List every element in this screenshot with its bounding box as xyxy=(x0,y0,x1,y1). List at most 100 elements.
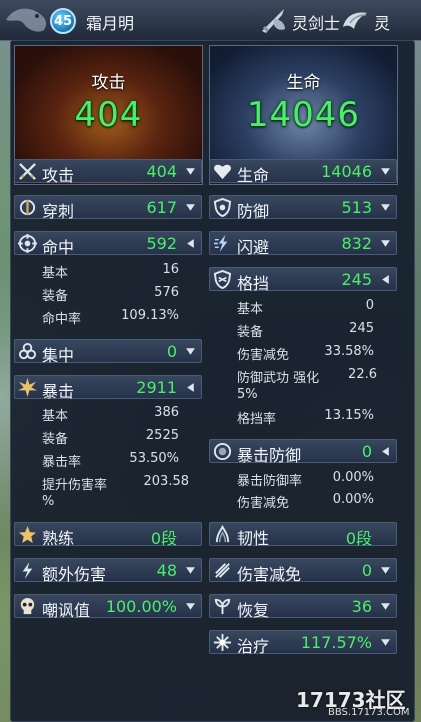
stat-row-attack[interactable]: 攻击 404 xyxy=(14,159,202,185)
detail-value: 53.50% xyxy=(129,451,179,466)
detail-label: 装备 xyxy=(42,289,69,304)
stat-row-recovery[interactable]: 恢复 36 xyxy=(209,594,397,620)
stat-row-healing[interactable]: 治疗 117.57% xyxy=(209,630,397,656)
stat-value-toughness: 0段 xyxy=(345,529,372,548)
chevron-down-icon[interactable] xyxy=(380,565,391,576)
chevron-down-icon[interactable] xyxy=(185,346,196,357)
evasion-icon xyxy=(213,234,228,253)
chevron-down-icon[interactable] xyxy=(380,238,391,249)
stat-label-extra-damage: 额外伤害 xyxy=(42,565,107,584)
stat-label-defense: 防御 xyxy=(237,202,270,221)
stat-row-extra-damage[interactable]: 额外伤害 48 xyxy=(14,558,202,584)
chevron-down-icon[interactable] xyxy=(380,202,391,213)
hero-attack-value: 404 xyxy=(74,95,143,135)
stat-label-accuracy: 命中 xyxy=(42,238,75,257)
stat-value-critical: 2911 xyxy=(136,378,177,397)
stat-value-taunt: 100.00% xyxy=(105,597,177,616)
stat-value-attack: 404 xyxy=(146,162,177,181)
crossed-swords-icon xyxy=(19,163,36,180)
class-name: 灵剑士 xyxy=(292,14,341,33)
stat-label-healing: 治疗 xyxy=(237,637,270,656)
detail-label: 命中率 xyxy=(42,312,82,327)
chevron-left-icon[interactable] xyxy=(185,238,196,249)
stat-label-block: 格挡 xyxy=(237,274,270,293)
crit-defense-icon xyxy=(213,442,232,461)
chevron-down-icon[interactable] xyxy=(185,565,196,576)
stat-value-focus: 0 xyxy=(166,342,177,361)
focus-icon xyxy=(18,342,37,360)
stat-row-evasion[interactable]: 闪避 832 xyxy=(209,231,397,257)
detail-value: 0.00% xyxy=(332,470,374,485)
detail-label: 基本 xyxy=(42,266,69,281)
chevron-left-icon[interactable] xyxy=(380,274,391,285)
detail-value: 0 xyxy=(365,298,374,313)
character-stats-panel: 攻击 404 生命 14046 攻击 404 穿刺 617 命中 592 基本 … xyxy=(10,40,415,722)
stat-row-pierce[interactable]: 穿刺 617 xyxy=(14,195,202,221)
detail-value: 245 xyxy=(349,321,374,336)
detail-label: 提升伤害率 xyxy=(42,478,108,493)
stat-row-critical[interactable]: 暴击 2911 xyxy=(14,375,202,401)
detail-value: 0.00% xyxy=(332,492,374,507)
stat-value-pierce: 617 xyxy=(146,198,177,217)
detail-value: 22.6 xyxy=(348,367,377,382)
stat-label-critical: 暴击 xyxy=(42,382,75,401)
burst-icon xyxy=(18,378,37,397)
stat-row-defense[interactable]: 防御 513 xyxy=(209,195,397,221)
detail-label: 装备 xyxy=(42,432,69,447)
detail-value: 16 xyxy=(162,262,179,277)
stat-row-focus[interactable]: 集中 0 xyxy=(14,339,202,365)
chevron-left-icon[interactable] xyxy=(185,382,196,393)
detail-value: 2525 xyxy=(145,428,179,443)
stat-row-block[interactable]: 格挡 245 xyxy=(209,267,397,293)
stat-label-attack: 攻击 xyxy=(42,166,75,185)
stat-value-recovery: 36 xyxy=(351,597,372,616)
mastery-icon xyxy=(18,525,37,544)
detail-label: 基本 xyxy=(237,302,264,317)
chevron-down-icon[interactable] xyxy=(185,166,196,177)
chevron-down-icon[interactable] xyxy=(380,637,391,648)
stat-value-block: 245 xyxy=(341,270,372,289)
hero-hp-label: 生命 xyxy=(286,73,321,93)
stat-label-toughness: 韧性 xyxy=(237,529,270,548)
lightning-icon xyxy=(22,561,33,580)
detail-value: 109.13% xyxy=(121,308,179,323)
toughness-icon xyxy=(215,525,230,543)
stat-label-mastery: 熟练 xyxy=(42,529,75,548)
stat-value-healing: 117.57% xyxy=(300,633,372,652)
chevron-left-icon[interactable] xyxy=(380,446,391,457)
stat-value-extra-damage: 48 xyxy=(156,561,177,580)
stat-value-crit-defense: 0 xyxy=(361,442,372,461)
level-badge: 45 xyxy=(50,8,76,34)
detail-label: 装备 xyxy=(237,325,264,340)
stat-label-recovery: 恢复 xyxy=(237,601,270,620)
detail-label: 格挡率 xyxy=(237,412,277,427)
damage-reduction-icon xyxy=(215,563,230,578)
stat-row-toughness[interactable]: 韧性 0段 xyxy=(209,522,397,548)
detail-value: 203.58 xyxy=(143,474,190,489)
stat-row-taunt[interactable]: 嘲讽值 100.00% xyxy=(14,594,202,620)
stat-label-pierce: 穿刺 xyxy=(42,202,75,221)
stat-value-hp: 14046 xyxy=(321,162,372,181)
dragon-emblem-icon xyxy=(6,8,47,32)
block-shield-icon xyxy=(213,270,232,289)
detail-label: 伤害减免 xyxy=(237,348,290,363)
race-icon xyxy=(343,12,367,30)
recovery-icon xyxy=(214,598,231,615)
skull-icon xyxy=(20,597,35,615)
stat-row-crit-defense[interactable]: 暴击防御 0 xyxy=(209,439,397,465)
character-header: 45 霜月明 灵剑士 灵 xyxy=(0,0,421,41)
stat-value-mastery: 0段 xyxy=(150,529,177,548)
chevron-down-icon[interactable] xyxy=(185,202,196,213)
stat-row-mastery[interactable]: 熟练 0段 xyxy=(14,522,202,548)
stat-label-damage-reduction: 伤害减免 xyxy=(237,565,302,584)
stat-label-crit-defense: 暴击防御 xyxy=(237,446,302,465)
stat-row-accuracy[interactable]: 命中 592 xyxy=(14,231,202,257)
player-name: 霜月明 xyxy=(86,14,135,33)
chevron-down-icon[interactable] xyxy=(380,601,391,612)
stat-row-damage-reduction[interactable]: 伤害减免 0 xyxy=(209,558,397,584)
chevron-down-icon[interactable] xyxy=(380,166,391,177)
detail-label: 防御武功 强化 xyxy=(237,371,320,386)
chevron-down-icon[interactable] xyxy=(185,601,196,612)
detail-label: 暴击防御率 xyxy=(237,474,303,489)
stat-row-hp[interactable]: 生命 14046 xyxy=(209,159,397,185)
